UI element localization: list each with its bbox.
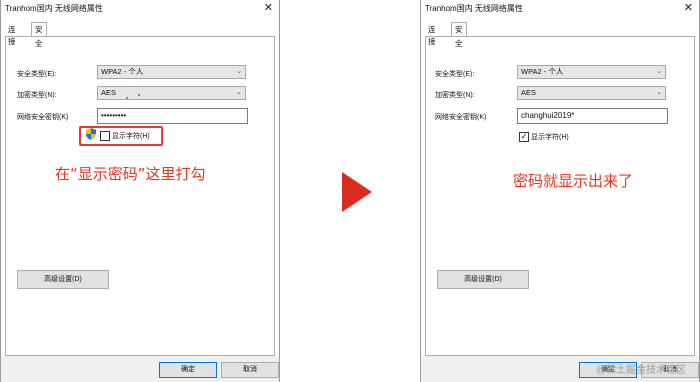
tab-security[interactable]: 安全	[451, 22, 467, 48]
encryption-type-select[interactable]: AES ⌄	[517, 86, 666, 100]
advanced-settings-button[interactable]: 高级设置(D)	[437, 270, 529, 289]
cancel-button[interactable]: 取消	[221, 362, 279, 378]
annotation-text: 密码就显示出来了	[513, 172, 634, 190]
chevron-down-icon: ⌄	[656, 68, 662, 75]
wifi-properties-dialog-after: Tranhom国内 无线网络属性 ✕ 连接 安全 安全类型(E): WPA2 -…	[420, 0, 700, 382]
encryption-type-value: AES	[521, 88, 537, 97]
chevron-down-icon: ⌄	[656, 89, 662, 96]
window-title: Tranhom国内 无线网络属性	[5, 4, 103, 13]
show-characters-label: 显示字符(H)	[112, 133, 150, 140]
show-characters-checkbox[interactable]	[100, 131, 110, 141]
annotation-dot	[138, 94, 140, 96]
tab-connection[interactable]: 连接	[5, 24, 19, 46]
window-title: Tranhom国内 无线网络属性	[425, 4, 523, 13]
encryption-type-label: 加密类型(N):	[17, 92, 57, 99]
security-type-value: WPA2 - 个人	[521, 67, 564, 76]
ok-button[interactable]: 确定	[159, 362, 217, 378]
show-characters-label: 显示字符(H)	[531, 134, 569, 141]
security-panel	[425, 36, 695, 356]
encryption-type-value: AES	[101, 88, 117, 97]
tab-security[interactable]: 安全	[31, 22, 47, 48]
security-type-label: 安全类型(E):	[17, 71, 57, 78]
watermark: @稀土掘金技术社区	[595, 365, 686, 376]
security-type-select[interactable]: WPA2 - 个人 ⌄	[97, 65, 246, 79]
shield-icon	[86, 128, 96, 140]
security-type-select[interactable]: WPA2 - 个人 ⌄	[517, 65, 666, 79]
button-bar: 确定 取消	[1, 356, 279, 382]
network-key-input[interactable]: •••••••••	[97, 108, 248, 124]
network-key-label: 网络安全密钥(K)	[435, 114, 487, 121]
advanced-settings-button[interactable]: 高级设置(D)	[17, 270, 109, 289]
annotation-text: 在“显示密码”这里打勾	[55, 165, 206, 183]
security-type-value: WPA2 - 个人	[101, 67, 144, 76]
title-bar: Tranhom国内 无线网络属性 ✕	[1, 0, 279, 18]
encryption-type-label: 加密类型(N):	[435, 92, 475, 99]
security-panel	[5, 36, 275, 356]
tab-connection[interactable]: 连接	[425, 24, 439, 46]
chevron-down-icon: ⌄	[236, 89, 242, 96]
next-arrow-icon	[342, 172, 372, 212]
title-bar: Tranhom国内 无线网络属性 ✕	[421, 0, 699, 18]
annotation-dot	[126, 97, 128, 99]
show-characters-checkbox[interactable]: ✓	[519, 132, 529, 142]
close-icon[interactable]: ✕	[264, 1, 273, 14]
security-type-label: 安全类型(E):	[435, 71, 475, 78]
encryption-type-select[interactable]: AES ⌄	[97, 86, 246, 100]
close-icon[interactable]: ✕	[684, 1, 693, 14]
network-key-label: 网络安全密钥(K)	[17, 114, 69, 121]
wifi-properties-dialog-before: Tranhom国内 无线网络属性 ✕ 连接 安全 安全类型(E): WPA2 -…	[0, 0, 280, 382]
chevron-down-icon: ⌄	[236, 68, 242, 75]
network-key-input[interactable]: changhui2019*	[517, 108, 668, 124]
